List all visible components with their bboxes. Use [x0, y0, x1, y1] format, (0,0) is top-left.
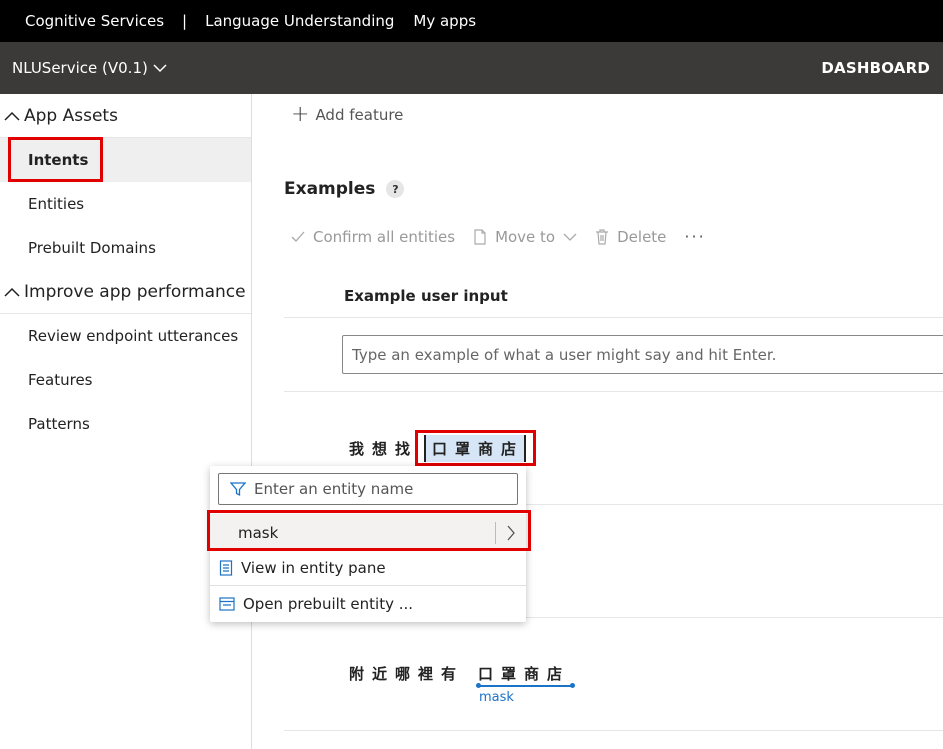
sidebar-item-label: Patterns — [28, 415, 90, 433]
tagged-entity-text[interactable]: 口罩商店 — [478, 663, 570, 684]
confirm-label: Confirm all entities — [313, 227, 456, 246]
more-options-button[interactable]: ··· — [684, 227, 705, 246]
move-to-button[interactable]: Move to — [473, 228, 577, 246]
sidebar-item-review-endpoint[interactable]: Review endpoint utterances — [0, 314, 251, 358]
app-name: NLUService (V0.1) — [12, 59, 148, 77]
my-apps-link[interactable]: My apps — [413, 12, 476, 30]
sidebar-item-label: Prebuilt Domains — [28, 239, 156, 257]
main-content: + Add feature Examples ? Confirm all ent… — [253, 94, 943, 749]
section-label: Improve app performance — [24, 281, 246, 302]
chevron-down-icon — [153, 64, 167, 73]
sidebar-item-label: Review endpoint utterances — [28, 327, 239, 345]
example-utterance-input[interactable] — [342, 335, 943, 374]
window-icon — [219, 597, 235, 611]
cognitive-services-link[interactable]: Cognitive Services — [25, 12, 164, 30]
delete-button[interactable]: Delete — [595, 228, 666, 246]
filter-icon — [230, 482, 246, 497]
divider — [284, 317, 943, 318]
entity-filter-input[interactable]: Enter an entity name — [218, 473, 518, 505]
selected-phrase[interactable]: 口罩商店 — [421, 435, 529, 463]
divider — [284, 730, 943, 731]
divider — [284, 391, 943, 392]
app-selector[interactable]: NLUService (V0.1) — [12, 59, 167, 77]
document-move-icon — [474, 228, 486, 245]
chevron-down-icon — [563, 233, 577, 241]
chevron-up-icon — [4, 287, 20, 297]
sidebar-item-entities[interactable]: Entities — [0, 182, 251, 226]
check-icon — [291, 231, 305, 242]
language-understanding-link[interactable]: Language Understanding — [205, 12, 394, 30]
add-feature-button[interactable]: + Add feature — [291, 104, 403, 126]
entity-picker-popup: Enter an entity name mask View in entity… — [210, 466, 526, 622]
examples-title: Examples — [284, 179, 376, 199]
entity-option-label: mask — [238, 523, 279, 542]
chevron-right-icon[interactable] — [495, 522, 516, 544]
section-label: App Assets — [24, 105, 118, 126]
top-nav-bar: Cognitive Services | Language Understand… — [0, 0, 943, 42]
section-app-assets[interactable]: App Assets — [0, 94, 251, 138]
sidebar: App Assets Intents Entities Prebuilt Dom… — [0, 94, 252, 749]
utterance-1-prefix[interactable]: 我想找 — [349, 438, 418, 459]
delete-label: Delete — [617, 227, 667, 246]
open-prebuilt-entity-item[interactable]: Open prebuilt entity ... — [210, 586, 526, 622]
plus-icon: + — [291, 102, 310, 127]
separator: | — [182, 12, 188, 30]
list-icon — [219, 560, 233, 576]
section-improve-performance[interactable]: Improve app performance — [0, 270, 251, 314]
sidebar-item-prebuilt-domains[interactable]: Prebuilt Domains — [0, 226, 251, 270]
selected-phrase-text: 口罩商店 — [424, 435, 527, 462]
chevron-up-icon — [4, 111, 20, 121]
sidebar-item-label: Features — [28, 371, 93, 389]
open-prebuilt-label: Open prebuilt entity ... — [243, 595, 414, 613]
dashboard-link[interactable]: DASHBOARD — [821, 59, 930, 77]
sidebar-item-features[interactable]: Features — [0, 358, 251, 402]
sidebar-item-patterns[interactable]: Patterns — [0, 402, 251, 446]
sidebar-item-label: Intents — [28, 151, 89, 169]
confirm-all-entities-button[interactable]: Confirm all entities — [291, 228, 455, 246]
examples-heading: Examples ? — [284, 179, 405, 199]
add-feature-label: Add feature — [315, 106, 404, 124]
utterance-2-prefix[interactable]: 附近哪裡有 — [349, 663, 464, 684]
move-to-label: Move to — [495, 227, 556, 246]
view-in-entity-pane-item[interactable]: View in entity pane — [210, 550, 526, 586]
app-bar: NLUService (V0.1) DASHBOARD — [0, 42, 943, 94]
trash-icon — [596, 228, 609, 245]
entity-label[interactable]: mask — [479, 690, 514, 702]
entity-underline — [476, 683, 575, 688]
examples-toolbar: Confirm all entities Move to Delete ··· — [291, 227, 706, 246]
view-in-pane-label: View in entity pane — [241, 559, 386, 577]
column-header-example-input: Example user input — [344, 287, 508, 305]
sidebar-item-intents[interactable]: Intents — [0, 138, 251, 182]
sidebar-item-label: Entities — [28, 195, 85, 213]
filter-placeholder: Enter an entity name — [254, 480, 414, 498]
entity-option-mask[interactable]: mask — [210, 514, 526, 551]
help-icon[interactable]: ? — [386, 180, 405, 198]
